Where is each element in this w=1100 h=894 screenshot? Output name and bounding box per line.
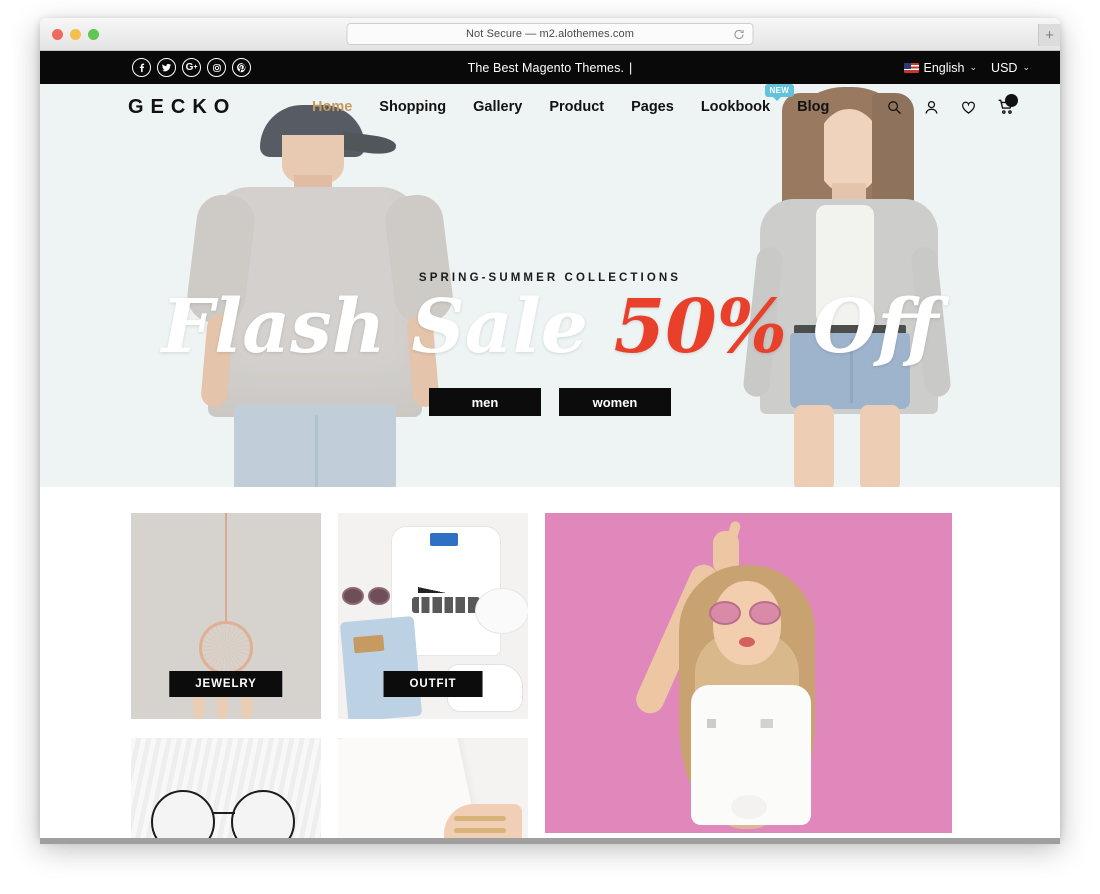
top-bar-right: English ⌄ USD ⌄ (903, 60, 1030, 75)
category-tile-bracelets[interactable] (338, 738, 528, 838)
nav-item-gallery[interactable]: Gallery (473, 99, 522, 115)
category-tile-label: OUTFIT (383, 671, 483, 697)
nav-item-label: Gallery (473, 99, 523, 115)
nav-item-label: Pages (631, 99, 674, 115)
nav-item-label: Home (312, 99, 353, 115)
nav-menu: Home Shopping Gallery Product Pages Look… (312, 84, 829, 115)
nav-icon-group (886, 94, 1018, 116)
sunglasses-shape (709, 601, 785, 625)
nav-item-lookbook[interactable]: Lookbook NEW (700, 84, 795, 115)
browser-chrome: Not Secure — m2.alothemes.com + (40, 18, 1060, 51)
bangle-shape (454, 816, 506, 821)
window-traffic-lights[interactable] (52, 29, 99, 40)
nav-item-blog[interactable]: Blog (797, 99, 829, 115)
address-bar[interactable]: Not Secure — m2.alothemes.com (346, 23, 754, 45)
hero-cta-group: men women (40, 388, 1060, 416)
brand-wordmark-shape (412, 597, 480, 613)
nav-item-product[interactable]: Product (549, 99, 604, 115)
text-cursor: | (629, 60, 633, 75)
main-navigation: GECKO Home Shopping Gallery Product Page… (40, 84, 1060, 130)
chevron-down-icon: ⌄ (1022, 62, 1030, 72)
user-account-icon[interactable] (923, 99, 940, 116)
browser-window: Not Secure — m2.alothemes.com + G + The … (40, 18, 1060, 838)
shop-men-button[interactable]: men (429, 388, 541, 416)
brand-tag-shape (430, 533, 458, 546)
category-row-top: JEWELRY OUTFIT (131, 513, 528, 719)
category-tile-pink-portrait[interactable] (545, 513, 952, 833)
new-tab-button[interactable]: + (1038, 24, 1060, 46)
nav-item-label: Blog (797, 99, 830, 115)
pinterest-icon[interactable] (232, 58, 251, 77)
lips-shape (739, 637, 755, 647)
bracelets-image (338, 738, 528, 838)
hero-headline-part-1: Flash Sale (161, 284, 588, 370)
category-small-column: JEWELRY OUTFIT (131, 513, 528, 838)
zoom-window-button[interactable] (88, 29, 99, 40)
hero-banner: GECKO Home Shopping Gallery Product Page… (40, 84, 1060, 487)
new-badge: NEW (764, 84, 795, 101)
top-bar-tagline: The Best Magento Themes. | (468, 61, 633, 75)
nav-item-pages[interactable]: Pages (631, 99, 674, 115)
category-section: JEWELRY OUTFIT (40, 487, 1060, 838)
shopping-cart-icon[interactable] (997, 94, 1018, 116)
us-flag-icon (903, 62, 919, 73)
trefoil-logo-shape (418, 559, 474, 593)
nav-item-label: Product (549, 99, 605, 115)
nav-item-label: Lookbook (700, 99, 771, 115)
site-top-bar: G+ The Best Magento Themes. | English ⌄ (40, 51, 1060, 84)
nav-item-label: Shopping (379, 99, 447, 115)
nav-item-home[interactable]: Home (312, 99, 352, 115)
cap-shape (476, 589, 528, 633)
viewport-bottom-edge (40, 838, 1060, 844)
language-label: English (923, 60, 965, 75)
chain-shape (225, 513, 227, 625)
bangle-shape (454, 828, 506, 833)
category-row-bottom (131, 738, 528, 838)
nav-item-shopping[interactable]: Shopping (379, 99, 446, 115)
url-text: Not Secure — m2.alothemes.com (466, 28, 634, 40)
twitter-icon[interactable] (157, 58, 176, 77)
jeans-shape (339, 615, 423, 719)
chevron-down-icon: ⌄ (969, 62, 978, 72)
screenshot-root: Not Secure — m2.alothemes.com + G + The … (0, 0, 1100, 894)
tagline-text: The Best Magento Themes. (467, 60, 625, 75)
sunglasses-shape (342, 587, 394, 609)
category-tile-outfit[interactable]: OUTFIT (338, 513, 528, 719)
currency-label: USD (991, 60, 1018, 75)
hero-headline-discount: 50% (613, 284, 788, 370)
shop-women-button[interactable]: women (559, 388, 671, 416)
instagram-icon[interactable] (207, 58, 226, 77)
knot-shape (731, 795, 767, 819)
cart-count-badge (1005, 94, 1018, 107)
category-tile-jewelry[interactable]: JEWELRY (131, 513, 321, 719)
bridge-shape (213, 812, 235, 814)
social-links: G + (132, 58, 251, 77)
category-tile-label: JEWELRY (169, 671, 283, 697)
category-grid: JEWELRY OUTFIT (131, 513, 969, 838)
close-window-button[interactable] (52, 29, 63, 40)
reload-icon[interactable] (733, 28, 746, 41)
google-plus-icon[interactable]: G + (182, 58, 201, 77)
facebook-icon[interactable] (132, 58, 151, 77)
sunglasses-on-fur-image (131, 738, 321, 838)
category-tile-sunglasses[interactable] (131, 738, 321, 838)
tshirt-print-shape (707, 719, 799, 728)
search-icon[interactable] (886, 99, 903, 116)
wishlist-heart-icon[interactable] (960, 99, 977, 116)
currency-selector[interactable]: USD ⌄ (991, 61, 1030, 75)
hero-headline-part-2: Off (812, 284, 939, 370)
hero-headline: Flash Sale 50% Off (40, 290, 1060, 364)
hero-eyebrow: SPRING-SUMMER COLLECTIONS (418, 272, 682, 284)
pink-wall-portrait-image (545, 513, 952, 833)
minimize-window-button[interactable] (70, 29, 81, 40)
dreamcatcher-shape (199, 621, 253, 675)
hero-copy-block: SPRING-SUMMER COLLECTIONS Flash Sale 50%… (40, 272, 1060, 416)
site-logo[interactable]: GECKO (128, 96, 236, 119)
language-selector[interactable]: English ⌄ (903, 60, 978, 75)
